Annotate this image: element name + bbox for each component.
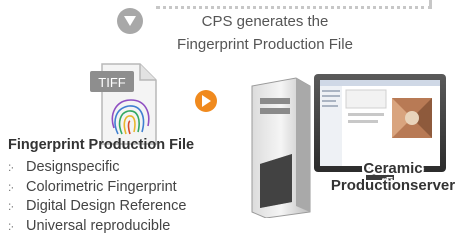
step-description: CPS generates the Fingerprint Production… <box>150 10 380 56</box>
bullet-icon: :· <box>8 199 14 213</box>
dotted-connector-line <box>156 0 432 9</box>
chevron-down-icon <box>117 8 143 34</box>
list-item: :· Digital Design Reference <box>8 197 186 217</box>
server-label: Ceramic Productionserver <box>328 160 455 194</box>
step-line-1: CPS generates the <box>201 13 329 30</box>
list-item: :· Universal reproducible <box>8 217 186 237</box>
server-illustration <box>251 74 446 218</box>
feature-list: :· Designspecific :· Colorimetric Fingerpr… <box>8 158 186 236</box>
list-item: :· Designspecific <box>8 158 186 178</box>
dotted-connector-end <box>429 0 432 6</box>
feature-text: Designspecific <box>26 159 120 175</box>
server-label-line-2: Productionserver <box>330 177 455 194</box>
tiff-file-icon: TIFF <box>90 63 157 145</box>
server-label-line-1: Ceramic <box>363 160 423 177</box>
server-tower <box>251 77 311 218</box>
tiff-label: TIFF <box>98 75 125 90</box>
play-arrow-icon <box>195 90 217 112</box>
feature-text: Universal reproducible <box>26 217 171 234</box>
step-line-2: Fingerprint Production File <box>177 36 353 53</box>
bullet-icon: :· <box>8 179 14 194</box>
file-title: Fingerprint Production File <box>8 137 195 153</box>
feature-text: Digital Design Reference <box>26 198 187 214</box>
bullet-icon: :· <box>8 218 14 233</box>
bullet-icon: :· <box>8 160 14 174</box>
list-item: :· Colorimetric Fingerprint <box>8 178 186 198</box>
feature-text: Colorimetric Fingerprint <box>26 178 177 195</box>
